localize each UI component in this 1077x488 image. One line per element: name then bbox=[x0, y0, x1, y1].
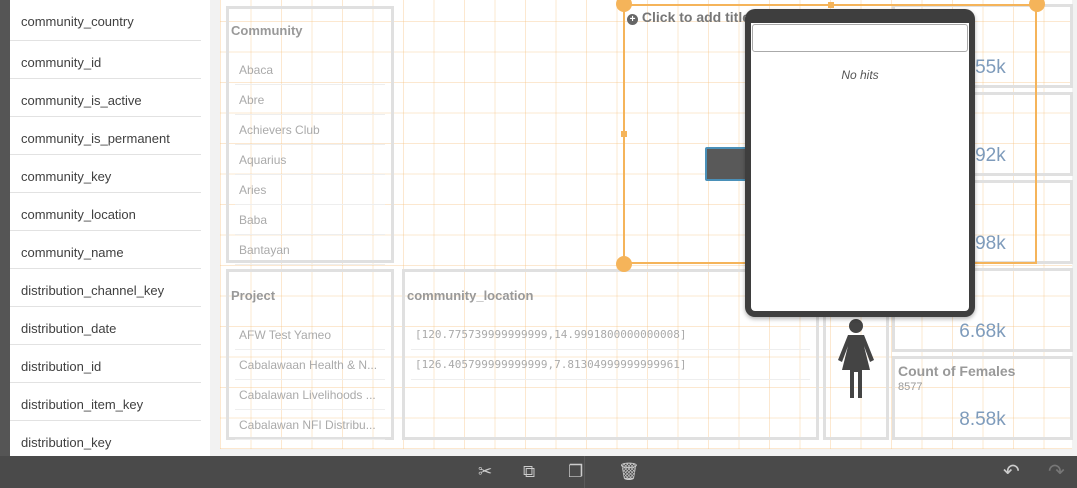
field-item[interactable]: distribution_id bbox=[10, 345, 201, 383]
table-row[interactable]: [120.775739999999999,14.9991800000000008… bbox=[411, 320, 810, 350]
field-item[interactable]: distribution_item_key bbox=[10, 383, 201, 421]
table-row[interactable]: Abaca bbox=[235, 55, 385, 85]
field-search-input[interactable] bbox=[752, 24, 968, 52]
table-row[interactable]: Bantayan bbox=[235, 235, 385, 265]
paste-icon[interactable]: ❐ bbox=[568, 462, 583, 482]
resize-handle[interactable] bbox=[621, 131, 627, 137]
table-row[interactable]: Cabalawaan Health & N... bbox=[235, 350, 385, 380]
left-edge bbox=[0, 0, 10, 456]
resize-handle[interactable] bbox=[616, 256, 632, 272]
table-row[interactable]: Abre bbox=[235, 85, 385, 115]
field-item[interactable]: community_location bbox=[10, 193, 201, 231]
table-header: Project bbox=[231, 288, 276, 303]
field-item[interactable]: distribution_channel_key bbox=[10, 269, 201, 307]
plus-icon: + bbox=[627, 14, 638, 25]
undo-icon[interactable]: ↶ bbox=[1003, 459, 1020, 484]
table-row[interactable]: Baba bbox=[235, 205, 385, 235]
kpi-subtitle: 8577 bbox=[898, 381, 923, 393]
kpi-value: 8.58k bbox=[959, 409, 1006, 430]
add-title[interactable]: + Click to add title bbox=[627, 9, 750, 25]
community-table[interactable]: Community Abaca Abre Achievers Club Aquariu… bbox=[226, 6, 394, 265]
table-row[interactable]: Cabalawan Livelihoods ... bbox=[235, 380, 385, 410]
kpi-title: Count of Females bbox=[898, 363, 1016, 379]
table-row[interactable]: Cabalawan NFI Distribu... bbox=[235, 410, 385, 440]
female-icon bbox=[838, 319, 874, 398]
field-item[interactable]: community_is_active bbox=[10, 79, 201, 117]
toolbar-divider bbox=[584, 456, 585, 488]
table-header: community_location bbox=[407, 288, 534, 303]
delete-icon[interactable]: 🗑 bbox=[618, 462, 640, 482]
table-row[interactable]: Aquarius bbox=[235, 145, 385, 175]
project-table[interactable]: Project AFW Test Yameo Cabalawaan Health … bbox=[226, 269, 394, 440]
table-row[interactable]: Achievers Club bbox=[235, 115, 385, 145]
field-item[interactable]: community_name bbox=[10, 231, 201, 269]
table-row[interactable]: AFW Test Yameo bbox=[235, 320, 385, 350]
resize-handle[interactable] bbox=[828, 2, 834, 8]
copy-icon[interactable]: ⧉ bbox=[523, 462, 535, 482]
kpi-value: 6.68k bbox=[959, 321, 1006, 342]
field-item[interactable]: distribution_date bbox=[10, 307, 201, 345]
title-placeholder: Click to add title bbox=[641, 9, 751, 25]
table-row[interactable]: Aries bbox=[235, 175, 385, 205]
field-search-popup: No hits bbox=[745, 9, 975, 317]
field-list: community_country community_id community_i… bbox=[10, 0, 210, 456]
table-row[interactable]: [126.405799999999999,7.81304999999999961… bbox=[411, 350, 810, 380]
no-hits-label: No hits bbox=[841, 68, 879, 82]
kpi-object[interactable]: Count of Females 8577 8.58k bbox=[892, 356, 1073, 440]
field-item[interactable]: community_country bbox=[10, 0, 201, 41]
field-item[interactable]: community_id bbox=[10, 41, 201, 79]
cut-icon[interactable]: ✂ bbox=[478, 462, 492, 482]
field-item[interactable]: community_key bbox=[10, 155, 201, 193]
table-header: Community bbox=[231, 23, 303, 38]
field-item[interactable]: distribution_key bbox=[10, 421, 201, 456]
redo-icon[interactable]: ↷ bbox=[1048, 459, 1065, 484]
bottom-toolbar: ✂ ⧉ ❐ 🗑 ↶ ↷ bbox=[0, 456, 1077, 488]
field-item[interactable]: community_is_permanent bbox=[10, 117, 201, 155]
